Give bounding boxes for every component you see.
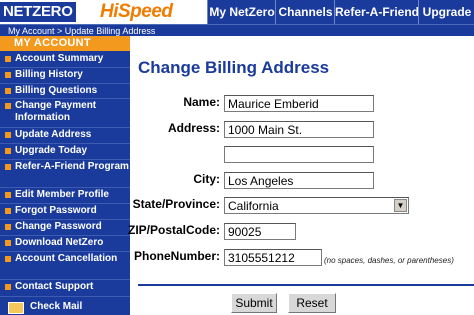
sidebar-heading: MY ACCOUNT — [0, 36, 130, 51]
state-select-value: California — [228, 199, 279, 213]
sidebar-divider — [0, 296, 130, 297]
sidebar-item-forgot-password[interactable]: Forgot Password — [0, 205, 130, 217]
sidebar-item-label: Change Payment Information — [15, 100, 97, 123]
top-navigation-bar: NETZERO HiSpeed My NetZero Channels Refe… — [0, 0, 474, 24]
sidebar-item-label: Upgrade Today — [15, 145, 88, 156]
form-divider — [138, 284, 474, 286]
sidebar-item-label: Edit Member Profile — [15, 189, 109, 200]
sidebar-item-label: Contact Support — [15, 281, 94, 292]
bullet-icon — [5, 224, 11, 230]
address-line2-field[interactable] — [224, 146, 374, 163]
sidebar-item-change-payment[interactable]: Change Payment Information — [0, 100, 130, 124]
phone-label: PhoneNumber: — [133, 249, 220, 263]
bullet-icon — [5, 56, 11, 62]
sidebar-divider — [0, 251, 130, 252]
sidebar-divider — [0, 127, 130, 128]
state-select[interactable]: California ▼ — [224, 197, 409, 214]
sidebar-item-refer-a-friend[interactable]: Refer-A-Friend Program — [0, 161, 130, 173]
name-label: Name: — [183, 95, 220, 109]
bullet-icon — [5, 208, 11, 214]
bullet-icon — [5, 132, 11, 138]
bullet-icon — [5, 72, 11, 78]
sidebar-item-billing-questions[interactable]: Billing Questions — [0, 85, 130, 97]
breadcrumb: My Account > Update Billing Address — [0, 24, 474, 36]
sidebar-item-account-cancellation[interactable]: Account Cancellation — [0, 253, 130, 265]
sidebar-item-label: Refer-A-Friend Program — [15, 161, 129, 172]
bullet-icon — [5, 240, 11, 246]
sidebar-divider — [0, 159, 130, 160]
check-mail-link[interactable]: Check Mail — [0, 301, 130, 313]
bullet-icon — [5, 103, 11, 109]
tab-my-netzero[interactable]: My NetZero — [207, 0, 276, 24]
sidebar-divider — [0, 235, 130, 236]
tab-refer-a-friend[interactable]: Refer-A-Friend — [334, 0, 419, 24]
zip-label: ZIP/PostalCode: — [128, 223, 221, 237]
sidebar-item-download-netzero[interactable]: Download NetZero — [0, 237, 130, 249]
sidebar-item-contact-support[interactable]: Contact Support — [0, 281, 130, 293]
sidebar-divider — [0, 98, 130, 99]
sidebar-item-label: Update Address — [15, 129, 92, 140]
bullet-icon — [5, 284, 11, 290]
sidebar-item-label: Billing History — [15, 69, 83, 80]
sidebar-item-label: Account Cancellation — [15, 253, 118, 264]
sidebar-item-change-password[interactable]: Change Password — [0, 221, 130, 233]
sidebar-item-update-address[interactable]: Update Address — [0, 129, 130, 141]
address-label: Address: — [167, 121, 220, 135]
logo-netzero-text: NETZERO — [0, 2, 76, 22]
sidebar-item-account-summary[interactable]: Account Summary — [0, 53, 130, 65]
city-label: City: — [193, 172, 220, 186]
sidebar-item-upgrade-today[interactable]: Upgrade Today — [0, 145, 130, 157]
sidebar-item-label: Billing Questions — [15, 85, 98, 96]
sidebar-item-label: Forgot Password — [15, 205, 97, 216]
sidebar-item-edit-member-profile[interactable]: Edit Member Profile — [0, 189, 130, 201]
bullet-icon — [5, 88, 11, 94]
city-field[interactable]: Los Angeles — [224, 172, 374, 189]
sidebar-divider — [0, 83, 130, 84]
sidebar-divider — [0, 67, 130, 68]
zip-field[interactable]: 90025 — [224, 223, 296, 240]
bullet-icon — [5, 192, 11, 198]
account-sidebar: MY ACCOUNT Account Summary Billing Histo… — [0, 36, 130, 315]
netzero-hispeed-logo[interactable]: NETZERO HiSpeed — [0, 0, 207, 24]
sidebar-divider — [0, 187, 130, 188]
address-line1-field[interactable]: 1000 Main St. — [224, 121, 374, 138]
state-label: State/Province: — [132, 197, 220, 211]
page-title: Change Billing Address — [138, 58, 330, 77]
phone-field[interactable]: 3105551212 — [224, 249, 322, 266]
bullet-icon — [5, 148, 11, 154]
sidebar-divider — [0, 279, 130, 280]
phone-hint: (no spaces, dashes, or parentheses) — [324, 256, 454, 265]
sidebar-divider — [0, 219, 130, 220]
tab-upgrade[interactable]: Upgrade — [418, 0, 474, 24]
sidebar-item-billing-history[interactable]: Billing History — [0, 69, 130, 81]
chevron-down-icon[interactable]: ▼ — [394, 199, 407, 212]
name-field[interactable]: Maurice Emberid — [224, 95, 374, 112]
reset-button[interactable]: Reset — [288, 293, 336, 313]
tab-channels[interactable]: Channels — [275, 0, 335, 24]
logo-hispeed-text: HiSpeed — [100, 1, 173, 22]
sidebar-item-label: Change Password — [15, 221, 102, 232]
submit-button[interactable]: Submit — [231, 293, 277, 313]
bullet-icon — [5, 164, 11, 170]
sidebar-item-label: Download NetZero — [15, 237, 104, 248]
sidebar-divider — [0, 203, 130, 204]
bullet-icon — [5, 256, 11, 262]
sidebar-divider — [0, 143, 130, 144]
sidebar-item-label: Account Summary — [15, 53, 104, 64]
